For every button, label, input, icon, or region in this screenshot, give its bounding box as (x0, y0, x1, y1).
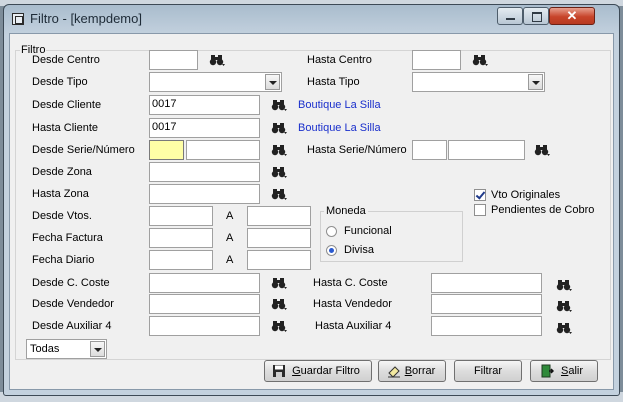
title-bar[interactable]: Filtro - [kempdemo] ✕ (4, 5, 619, 33)
chevron-down-icon[interactable] (265, 74, 280, 90)
desde-zona-input[interactable] (149, 162, 260, 182)
desde-vtos-label: Desde Vtos. (32, 210, 92, 222)
fecha-factura-label: Fecha Factura (32, 232, 103, 244)
desde-centro-input[interactable] (149, 50, 198, 70)
desde-coste-input[interactable] (149, 273, 260, 293)
desde-zona-label: Desde Zona (32, 166, 92, 178)
scope-value: Todas (30, 343, 60, 355)
binoculars-icon[interactable] (271, 122, 287, 134)
moneda-divisa-label[interactable]: Divisa (344, 244, 374, 256)
binoculars-icon[interactable] (271, 298, 287, 310)
eraser-icon (388, 366, 400, 378)
desde-cliente-name[interactable]: Boutique La Silla (298, 99, 381, 111)
desde-centro-label: Desde Centro (32, 54, 100, 66)
binoculars-icon[interactable] (556, 300, 572, 312)
minimize-button[interactable] (497, 7, 523, 25)
dialog-body: Filtro Desde Centro Hasta Centro Desde T… (9, 33, 614, 390)
range-separator: A (226, 254, 234, 266)
chevron-down-icon[interactable] (528, 74, 543, 90)
borrar-mnemonic: B (404, 365, 413, 377)
vto-originales-label[interactable]: Vto Originales (491, 189, 560, 201)
hasta-coste-label: Hasta C. Coste (313, 277, 388, 289)
desde-serie-input[interactable] (149, 140, 184, 160)
hasta-serie-label: Hasta Serie/Número (307, 144, 407, 156)
hasta-numero-input[interactable] (448, 140, 525, 160)
desde-tipo-label: Desde Tipo (32, 76, 88, 88)
hasta-zona-input[interactable] (149, 184, 260, 204)
hasta-auxiliar-label: Hasta Auxiliar 4 (315, 320, 392, 332)
binoculars-icon[interactable] (556, 279, 572, 291)
pendientes-cobro-checkbox[interactable] (474, 204, 486, 216)
hasta-vendedor-input[interactable] (431, 294, 542, 314)
pendientes-cobro-label[interactable]: Pendientes de Cobro (491, 204, 594, 216)
vto-originales-checkbox[interactable] (474, 189, 486, 201)
fecha-diario-from-input[interactable] (149, 250, 213, 270)
maximize-button[interactable] (523, 7, 549, 25)
fecha-diario-label: Fecha Diario (32, 254, 95, 266)
borrar-label: orrar (412, 365, 436, 377)
desde-cliente-label: Desde Cliente (32, 99, 102, 111)
desde-auxiliar-input[interactable] (149, 316, 260, 336)
binoculars-icon[interactable] (556, 322, 572, 334)
range-separator: A (226, 232, 234, 244)
desde-serie-label: Desde Serie/Número (32, 144, 135, 156)
desde-cliente-input[interactable]: 0017 (149, 95, 260, 115)
moneda-funcional-radio[interactable] (326, 226, 337, 237)
binoculars-icon[interactable] (534, 144, 550, 156)
salir-label: alir (568, 365, 583, 377)
binoculars-icon[interactable] (271, 144, 287, 156)
window-title: Filtro - [kempdemo] (30, 11, 142, 26)
window-icon[interactable] (12, 13, 24, 25)
exit-door-icon (541, 364, 554, 378)
hasta-serie-input[interactable] (412, 140, 447, 160)
hasta-tipo-select[interactable] (412, 72, 545, 92)
borrar-button[interactable]: Borrar (378, 360, 446, 382)
fecha-diario-to-input[interactable] (247, 250, 311, 270)
hasta-tipo-label: Hasta Tipo (307, 76, 360, 88)
binoculars-icon[interactable] (271, 166, 287, 178)
guardar-mnemonic: G (292, 365, 301, 377)
moneda-title: Moneda (324, 205, 368, 217)
binoculars-icon[interactable] (271, 277, 287, 289)
salir-button[interactable]: Salir (530, 360, 598, 382)
hasta-zona-label: Hasta Zona (32, 188, 89, 200)
moneda-divisa-radio[interactable] (326, 245, 337, 256)
desde-vendedor-label: Desde Vendedor (32, 298, 114, 310)
close-button[interactable]: ✕ (549, 7, 595, 25)
hasta-centro-label: Hasta Centro (307, 54, 372, 66)
floppy-disk-icon (273, 365, 285, 377)
chevron-down-icon[interactable] (90, 341, 105, 357)
desde-tipo-select[interactable] (149, 72, 282, 92)
hasta-auxiliar-input[interactable] (431, 316, 542, 336)
filtrar-button[interactable]: Filtrar (454, 360, 522, 382)
hasta-vendedor-label: Hasta Vendedor (313, 298, 392, 310)
range-separator: A (226, 210, 234, 222)
moneda-funcional-label[interactable]: Funcional (344, 225, 392, 237)
scope-select[interactable]: Todas (26, 339, 107, 359)
desde-vtos-to-input[interactable] (247, 206, 311, 226)
binoculars-icon[interactable] (271, 320, 287, 332)
binoculars-icon[interactable] (271, 99, 287, 111)
desde-auxiliar-label: Desde Auxiliar 4 (32, 320, 112, 332)
hasta-cliente-input[interactable]: 0017 (149, 118, 260, 138)
hasta-cliente-name[interactable]: Boutique La Silla (298, 122, 381, 134)
desde-vendedor-input[interactable] (149, 294, 260, 314)
fecha-factura-to-input[interactable] (247, 228, 311, 248)
binoculars-icon[interactable] (472, 54, 488, 66)
guardar-filtro-button[interactable]: Guardar Filtro (264, 360, 372, 382)
binoculars-icon[interactable] (209, 54, 225, 66)
guardar-label: uardar Filtro (300, 365, 360, 377)
hasta-coste-input[interactable] (431, 273, 542, 293)
fecha-factura-from-input[interactable] (149, 228, 213, 248)
filter-dialog: Filtro - [kempdemo] ✕ Filtro Desde Centr… (3, 4, 620, 396)
hasta-centro-input[interactable] (412, 50, 461, 70)
hasta-cliente-label: Hasta Cliente (32, 122, 99, 134)
desde-vtos-from-input[interactable] (149, 206, 213, 226)
binoculars-icon[interactable] (271, 188, 287, 200)
desde-numero-input[interactable] (186, 140, 260, 160)
desde-coste-label: Desde C. Coste (32, 277, 110, 289)
